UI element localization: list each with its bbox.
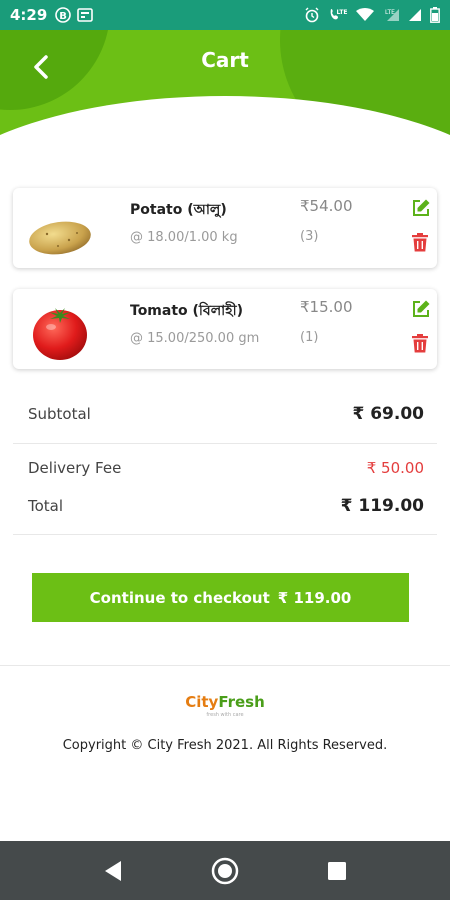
subtotal-row: Subtotal ₹ 69.00 [28,404,424,424]
page-title: Cart [201,48,249,72]
item-price: ₹15.00 [300,298,353,316]
delivery-fee-row: Delivery Fee ₹ 50.00 [28,459,424,477]
brand-tagline: fresh with care [206,712,244,718]
edit-icon [413,199,430,216]
signal-icon [408,8,422,22]
system-nav-bar [0,841,450,900]
back-triangle-icon [105,861,121,881]
total-label: Total [28,497,64,515]
checkout-label: Continue to checkout [89,588,270,607]
total-value: ₹ 119.00 [340,496,424,516]
item-quantity: (1) [300,330,319,345]
divider [0,665,450,666]
brand-name-city: City [185,693,219,711]
item-quantity: (3) [300,229,319,244]
svg-text:B: B [60,11,68,22]
divider [13,443,437,444]
b-circle-icon: B [55,7,72,23]
lte-signal-icon: LTE [382,8,400,22]
divider [13,534,437,535]
delivery-fee-value: ₹ 50.00 [366,459,424,477]
checkout-amount: ₹ 119.00 [277,588,352,607]
subtotal-label: Subtotal [28,405,91,423]
item-name: Potato (আলু) [130,202,227,218]
header: Cart [0,30,450,160]
subtotal-value: ₹ 69.00 [352,404,424,424]
nav-back-button[interactable] [99,857,127,885]
news-icon [77,8,94,22]
item-price: ₹54.00 [300,197,353,215]
trash-icon [412,334,428,353]
edit-button[interactable] [411,299,431,319]
svg-text:LTE: LTE [385,9,395,16]
potato-image [25,196,95,260]
cart-item: Tomato (বিলাহী) @ 15.00/250.00 gm ₹15.00… [13,289,437,369]
copyright-text: Copyright © City Fresh 2021. All Rights … [62,738,388,753]
checkout-button[interactable]: Continue to checkout ₹ 119.00 [32,573,409,622]
recents-square-icon [328,862,346,880]
delete-button[interactable] [411,232,429,252]
volte-call-icon: LTE [328,7,348,23]
cart-item: Potato (আলু) @ 18.00/1.00 kg ₹54.00 (3) [13,188,437,268]
edit-icon [413,300,430,317]
battery-icon [430,7,440,23]
nav-home-button[interactable] [211,857,239,885]
item-name: Tomato (বিলাহী) [130,303,243,319]
tomato-image [25,297,95,361]
wifi-icon [356,8,374,22]
brand-logo: CityFresh fresh with care [0,692,450,718]
total-row: Total ₹ 119.00 [28,496,424,516]
nav-recents-button[interactable] [323,857,351,885]
status-bar: 4:29 B LTE LTE [0,0,450,30]
svg-text:LTE: LTE [336,9,347,16]
delete-button[interactable] [411,333,429,353]
home-circle-icon [211,857,239,885]
edit-button[interactable] [411,198,431,218]
status-time: 4:29 [10,6,48,24]
trash-icon [412,233,428,252]
brand-name-fresh: Fresh [218,693,265,711]
alarm-icon [304,7,320,23]
item-rate: @ 18.00/1.00 kg [130,230,238,245]
item-rate: @ 15.00/250.00 gm [130,331,260,346]
delivery-fee-label: Delivery Fee [28,459,122,477]
